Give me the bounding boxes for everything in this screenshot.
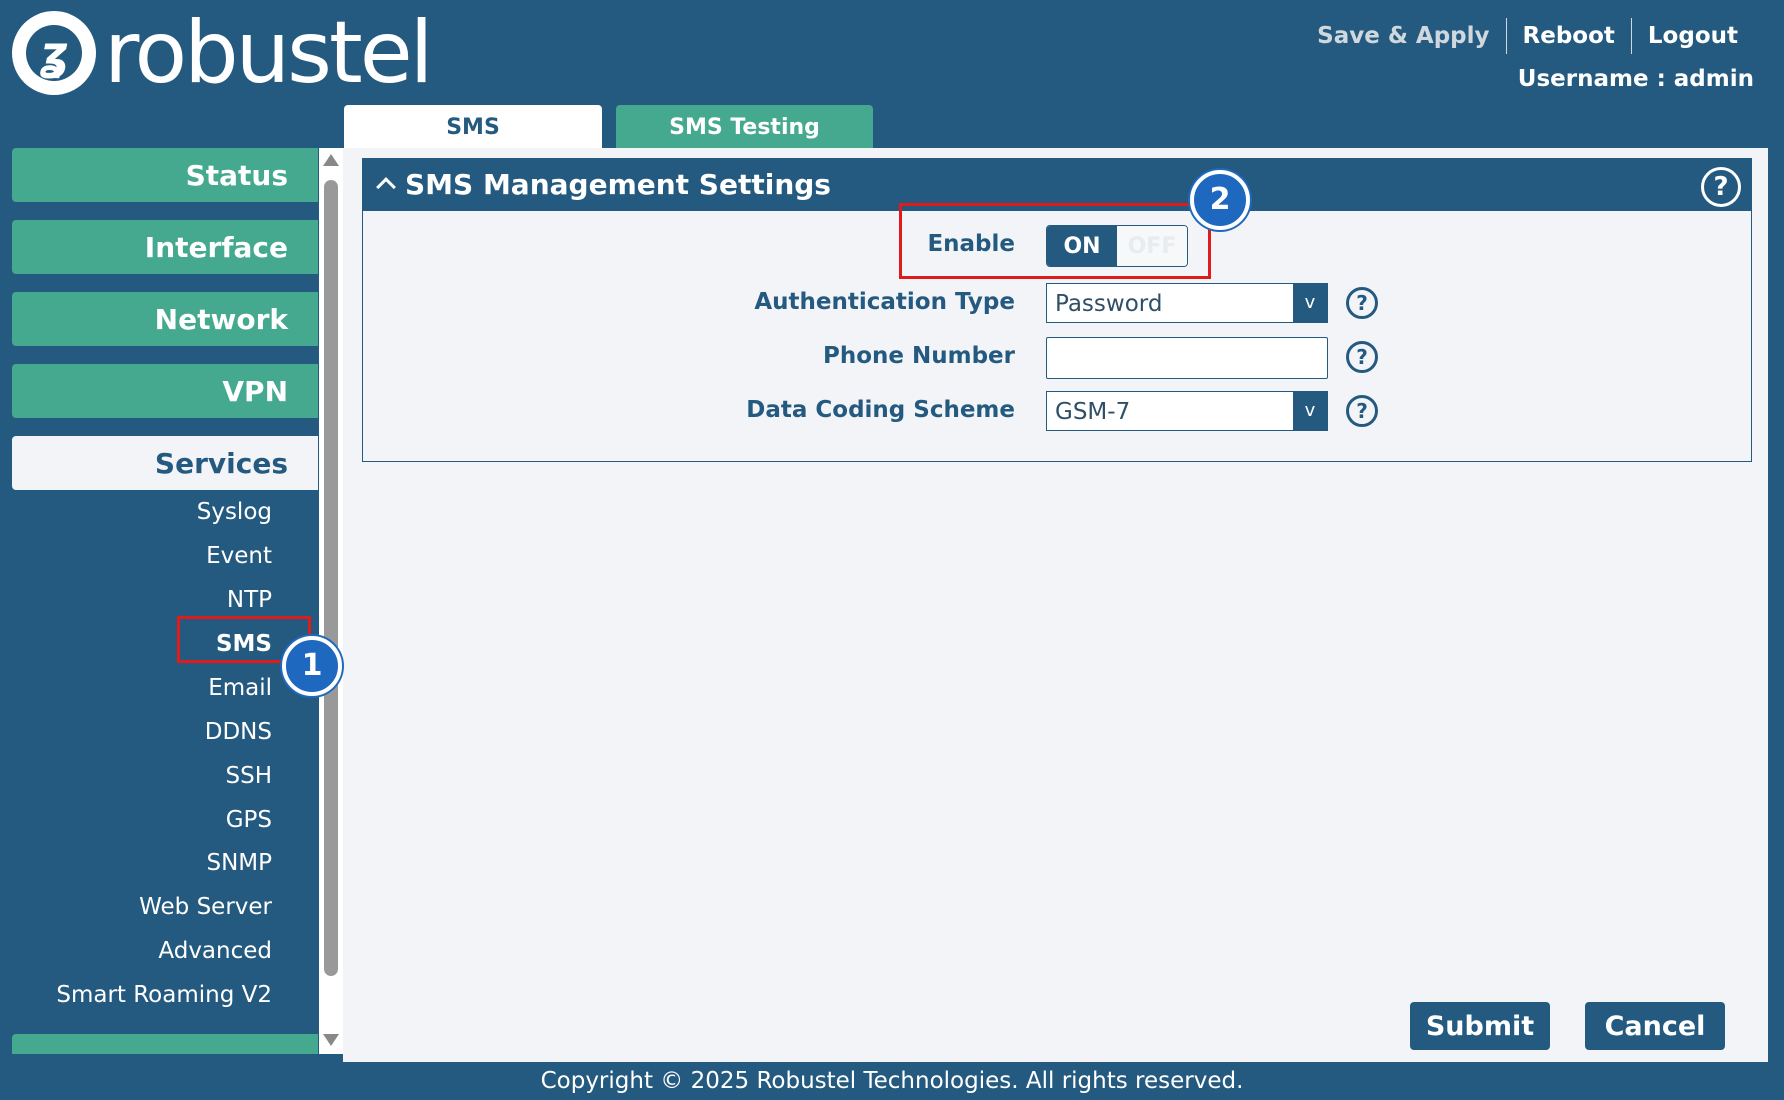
tab-sms-testing[interactable]: SMS Testing [616,105,873,148]
data-coding-value: GSM-7 [1055,399,1131,425]
sidebar-item-snmp[interactable]: SNMP [206,848,272,878]
data-coding-label: Data Coding Scheme [746,397,1015,423]
nav-vpn[interactable]: VPN [12,364,318,418]
step-badge-2: 2 [1190,170,1250,230]
chevron-down-icon[interactable]: v [1293,392,1327,430]
scroll-up-arrow-icon[interactable] [323,154,339,166]
cancel-button[interactable]: Cancel [1585,1002,1725,1050]
robustel-logo: ʓ robustel [12,3,434,103]
logo-mark-icon: ʓ [12,11,96,95]
sidebar-scrollbar[interactable] [319,148,343,1054]
sidebar-item-event[interactable]: Event [206,541,272,571]
phone-number-input[interactable] [1046,337,1328,379]
scroll-thumb[interactable] [324,180,338,976]
nav-services[interactable]: Services [12,436,318,490]
reboot-link[interactable]: Reboot [1507,18,1631,54]
sidebar: Status Interface Network VPN Services Sy… [12,148,318,1054]
sidebar-item-ssh[interactable]: SSH [226,761,273,791]
save-apply-link[interactable]: Save & Apply [1301,18,1505,54]
chevron-down-icon[interactable]: v [1293,284,1327,322]
scroll-down-arrow-icon[interactable] [323,1034,339,1046]
auth-type-label: Authentication Type [754,289,1015,315]
sidebar-item-ddns[interactable]: DDNS [205,717,272,747]
highlight-box-enable [899,203,1211,279]
nav-system-partial[interactable] [12,1034,318,1054]
logo-text: robustel [104,3,434,103]
submit-button[interactable]: Submit [1410,1002,1550,1050]
sidebar-item-smart-roaming-v2[interactable]: Smart Roaming V2 [56,980,272,1010]
sidebar-item-email[interactable]: Email [208,673,272,703]
nav-status[interactable]: Status [12,148,318,202]
help-icon[interactable]: ? [1701,167,1741,207]
sidebar-item-syslog[interactable]: Syslog [197,497,272,527]
step-badge-1: 1 [282,636,342,696]
help-icon[interactable]: ? [1346,395,1378,427]
tab-sms[interactable]: SMS [344,105,602,148]
content-area: SMS Management Settings ? Enable ON OFF … [343,148,1768,1062]
phone-number-label: Phone Number [822,343,1015,369]
sidebar-item-ntp[interactable]: NTP [227,585,272,615]
panel-title: SMS Management Settings [405,168,831,201]
help-icon[interactable]: ? [1346,287,1378,319]
nav-interface[interactable]: Interface [12,220,318,274]
footer-copyright: Copyright © 2025 Robustel Technologies. … [540,1068,1244,1094]
top-links: Save & Apply Reboot Logout [1301,18,1754,54]
logout-link[interactable]: Logout [1632,18,1754,54]
sidebar-item-advanced[interactable]: Advanced [158,936,272,966]
auth-type-select[interactable]: Password v [1046,283,1328,323]
username-label: Username : admin [1517,66,1754,92]
help-icon[interactable]: ? [1346,341,1378,373]
data-coding-select[interactable]: GSM-7 v [1046,391,1328,431]
auth-type-value: Password [1055,291,1163,317]
nav-network[interactable]: Network [12,292,318,346]
sidebar-item-web-server[interactable]: Web Server [139,892,272,922]
chevron-up-icon[interactable] [376,177,396,197]
sidebar-item-gps[interactable]: GPS [226,805,272,835]
